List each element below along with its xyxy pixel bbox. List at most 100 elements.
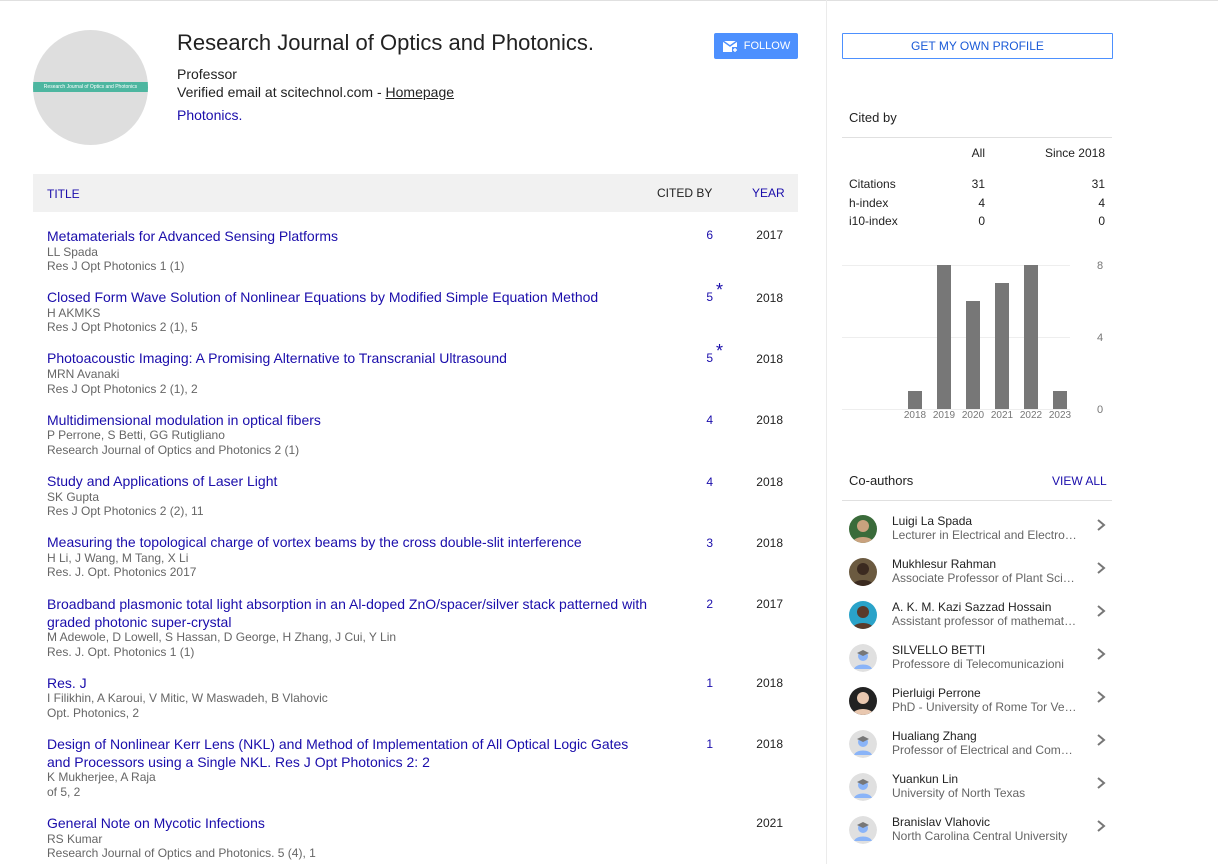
coauthor-name[interactable]: A. K. M. Kazi Sazzad Hossain (892, 600, 1051, 614)
coauthor-item[interactable]: A. K. M. Kazi Sazzad Hossain Assistant pr… (849, 600, 1111, 637)
publication-title-link[interactable]: Measuring the topological charge of vort… (47, 533, 647, 551)
publication-title-link[interactable]: Metamaterials for Advanced Sensing Platf… (47, 227, 647, 245)
publication-title-link[interactable]: Res. J (47, 674, 647, 692)
coauthor-item[interactable]: Luigi La Spada Lecturer in Electrical and… (849, 514, 1111, 551)
cited-count-link[interactable]: 4 (673, 475, 713, 489)
metric-label: h-index (849, 196, 889, 210)
publications-header: TITLE CITED BY YEAR (33, 174, 798, 212)
x-tick-label: 2022 (1019, 410, 1043, 421)
chevron-right-icon[interactable] (1095, 818, 1107, 834)
chevron-right-icon[interactable] (1095, 517, 1107, 533)
publication-venue: Res. J. Opt. Photonics 2017 (47, 565, 197, 579)
cited-count-link[interactable]: 1 (673, 737, 713, 751)
chevron-right-icon[interactable] (1095, 646, 1107, 662)
cited-count-link[interactable]: 5 (673, 290, 713, 304)
cited-count-link[interactable]: 3 (673, 536, 713, 550)
cited-count-link[interactable]: 4 (673, 413, 713, 427)
cited-by-header: CITED BY (657, 186, 713, 200)
publication-year: 2018 (756, 737, 783, 751)
coauthor-avatar (849, 558, 877, 586)
publication-venue: Res J Opt Photonics 2 (2), 11 (47, 504, 204, 518)
chart-bar (1024, 265, 1038, 409)
coauthor-affiliation: Lecturer in Electrical and Electronic En… (892, 528, 1077, 542)
publication-title-link[interactable]: Closed Form Wave Solution of Nonlinear E… (47, 288, 647, 306)
publication-authors: H Li, J Wang, M Tang, X Li (47, 551, 189, 565)
merged-citation-star: * (716, 341, 724, 361)
publication-title-link[interactable]: Design of Nonlinear Kerr Lens (NKL) and … (47, 735, 647, 771)
publication-authors: LL Spada (47, 245, 98, 259)
x-tick-label: 2018 (903, 410, 927, 421)
cited-count-link[interactable]: 6 (673, 228, 713, 242)
homepage-link[interactable]: Homepage (386, 84, 455, 100)
publication-year: 2017 (756, 228, 783, 242)
publication-authors: MRN Avanaki (47, 367, 120, 381)
cited-count-link[interactable]: 2 (673, 597, 713, 611)
coauthor-name[interactable]: Hualiang Zhang (892, 729, 977, 743)
col-all-header: All (971, 146, 985, 160)
publication-venue: Research Journal of Optics and Photonics… (47, 443, 300, 457)
publication-venue: Opt. Photonics, 2 (47, 706, 140, 720)
publication-title-link[interactable]: Photoacoustic Imaging: A Promising Alter… (47, 349, 647, 367)
chevron-right-icon[interactable] (1095, 775, 1107, 791)
verified-email-text: Verified email at scitechnol.com - (177, 84, 386, 100)
coauthor-avatar (849, 687, 877, 715)
coauthor-affiliation: PhD - University of Rome Tor Vergata (892, 700, 1077, 714)
coauthors-divider (842, 500, 1112, 501)
coauthor-name[interactable]: Branislav Vlahovic (892, 815, 990, 829)
chevron-right-icon[interactable] (1095, 732, 1107, 748)
x-tick-label: 2023 (1048, 410, 1072, 421)
profile-name: Research Journal of Optics and Photonics… (177, 30, 595, 55)
publication-authors: P Perrone, S Betti, GG Rutigliano (47, 428, 225, 442)
research-interest-link[interactable]: Photonics. (177, 107, 242, 123)
metric-label: Citations (849, 177, 896, 191)
coauthor-affiliation: Associate Professor of Plant Sciences (892, 571, 1077, 585)
coauthor-name[interactable]: Pierluigi Perrone (892, 686, 981, 700)
publication-venue: Research Journal of Optics and Photonics… (47, 846, 316, 860)
chart-bar (966, 301, 980, 409)
sort-year-link[interactable]: YEAR (752, 186, 785, 200)
publication-title-link[interactable]: Multidimensional modulation in optical f… (47, 411, 647, 429)
coauthor-name[interactable]: SILVELLO BETTI (892, 643, 985, 657)
cited-by-divider (842, 137, 1112, 138)
publication-title-link[interactable]: General Note on Mycotic Infections (47, 814, 647, 832)
coauthors-heading: Co-authors (849, 473, 914, 488)
publication-title-link[interactable]: Broadband plasmonic total light absorpti… (47, 595, 647, 631)
coauthor-name[interactable]: Yuankun Lin (892, 772, 958, 786)
top-divider (0, 0, 1218, 1)
chart-bar (908, 391, 922, 409)
publication-year: 2018 (756, 475, 783, 489)
get-my-own-profile-button[interactable]: GET MY OWN PROFILE (842, 33, 1113, 59)
coauthor-item[interactable]: Pierluigi Perrone PhD - University of Rom… (849, 686, 1111, 723)
mail-plus-icon (722, 39, 738, 53)
coauthor-item[interactable]: Yuankun Lin University of North Texas (849, 772, 1111, 809)
chevron-right-icon[interactable] (1095, 560, 1107, 576)
sort-title-link[interactable]: TITLE (47, 187, 80, 201)
publication-year: 2021 (756, 816, 783, 830)
publication-venue: Res J Opt Photonics 2 (1), 5 (47, 320, 198, 334)
cited-count-link[interactable]: 5 (673, 351, 713, 365)
coauthor-item[interactable]: Branislav Vlahovic North Carolina Central… (849, 815, 1111, 852)
view-all-coauthors-link[interactable]: VIEW ALL (1052, 474, 1107, 488)
publication-venue: Res J Opt Photonics 2 (1), 2 (47, 382, 198, 396)
col-since-header: Since 2018 (1044, 146, 1105, 160)
metric-since-value: 0 (1098, 214, 1105, 228)
chevron-right-icon[interactable] (1095, 689, 1107, 705)
chart-bar (1053, 391, 1067, 409)
cited-count-link[interactable]: 1 (673, 676, 713, 690)
chart-bar (937, 265, 951, 409)
follow-button[interactable]: FOLLOW (714, 33, 798, 59)
coauthor-avatar (849, 816, 877, 844)
coauthor-name[interactable]: Mukhlesur Rahman (892, 557, 996, 571)
chevron-right-icon[interactable] (1095, 603, 1107, 619)
coauthor-item[interactable]: Hualiang Zhang Professor of Electrical an… (849, 729, 1111, 766)
metric-since-value: 4 (1098, 196, 1105, 210)
metric-all-value: 0 (978, 214, 985, 228)
coauthor-item[interactable]: SILVELLO BETTI Professore di Telecomunica… (849, 643, 1111, 680)
publication-title-link[interactable]: Study and Applications of Laser Light (47, 472, 647, 490)
publication-venue: Res. J. Opt. Photonics 1 (1) (47, 645, 195, 659)
coauthor-name[interactable]: Luigi La Spada (892, 514, 972, 528)
follow-label: FOLLOW (743, 40, 791, 52)
coauthor-item[interactable]: Mukhlesur Rahman Associate Professor of P… (849, 557, 1111, 594)
y-tick-label: 8 (1097, 260, 1104, 272)
merged-citation-star: * (716, 280, 724, 300)
